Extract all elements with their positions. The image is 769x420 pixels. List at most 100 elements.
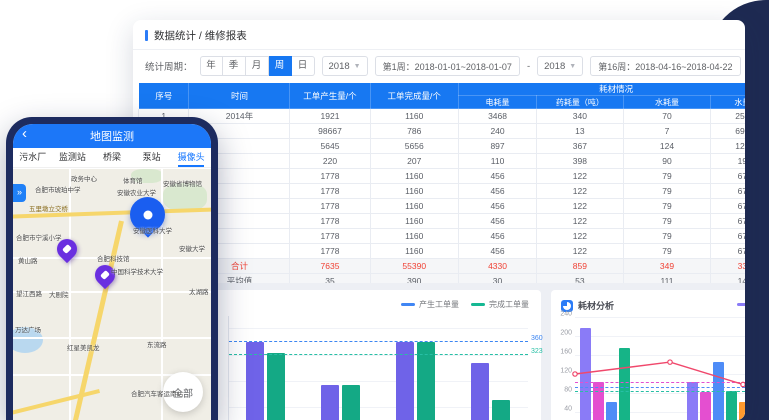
y-axis-tick: 40 (564, 405, 572, 412)
sub-column-header: 水量 (711, 96, 745, 109)
table-cell: 1778 (290, 199, 370, 214)
table-cell: 398 (537, 154, 623, 169)
table-cell: 456 (458, 214, 536, 229)
table-cell: 79 (623, 229, 711, 244)
chevron-down-icon: ▼ (569, 63, 576, 70)
map-poi-label: 合肥市宁溪小学 (16, 232, 62, 242)
map-road (69, 169, 71, 420)
map-poi-label: 红星美凯龙 (67, 342, 100, 352)
table-cell: 897 (458, 139, 536, 154)
range-separator: - (527, 61, 530, 72)
legend-swatch (471, 303, 485, 306)
table-cell: 79 (623, 184, 711, 199)
table-cell: 122 (537, 244, 623, 259)
map-main-road (13, 389, 100, 417)
table-cell: 1160 (370, 244, 458, 259)
legend-item[interactable]: 完成工单量 (471, 299, 529, 310)
table-row: 7177811604561227967 (139, 199, 746, 214)
gridline (229, 328, 528, 329)
consumables-bar-line-chart: 2402001601208040 (575, 316, 745, 420)
end-week-input[interactable]: 第16周：2018-04-16~2018-04-22 (590, 56, 740, 76)
period-option-日[interactable]: 日 (292, 56, 315, 76)
table-cell: 5656 (370, 139, 458, 154)
table-cell: 7 (623, 124, 711, 139)
table-row: 298667786240137690 (139, 124, 746, 139)
legend-label: 产生工单量 (419, 299, 459, 310)
table-cell: 340 (537, 109, 623, 124)
map-poi-label: 黄山路 (18, 255, 38, 265)
table-cell: 250 (711, 109, 745, 124)
table-cell: 4330 (458, 259, 536, 274)
back-chevron-icon[interactable]: ‹ (22, 125, 27, 142)
map-poi-label: 大剧院 (49, 289, 69, 299)
consumables-chart-card: 耗材分析 2402001601208040 (551, 290, 745, 420)
table-cell: 98667 (290, 124, 370, 139)
period-option-月[interactable]: 月 (246, 56, 269, 76)
table-cell: 124 (623, 139, 711, 154)
period-option-季[interactable]: 季 (223, 56, 246, 76)
table-cell: 19 (711, 154, 745, 169)
phone-tab-桥梁[interactable]: 桥梁 (92, 148, 132, 167)
breadcrumb-text: 数据统计 / 维修报表 (154, 28, 247, 43)
average-dashed-line (229, 354, 528, 355)
legend-item[interactable]: 产生工单量 (401, 299, 459, 310)
table-cell: 79 (623, 169, 711, 184)
y-axis-tick: 160 (560, 348, 572, 355)
table-cell: 79 (623, 199, 711, 214)
table-row: 12014年19211160346834070250 (139, 109, 746, 124)
y-axis-tick: 240 (560, 310, 572, 317)
table-cell: 1160 (370, 199, 458, 214)
table-cell: 1921 (290, 109, 370, 124)
table-cell: 367 (537, 139, 623, 154)
period-option-年[interactable]: 年 (200, 56, 223, 76)
end-year-value: 2018 (544, 61, 565, 72)
chart-title-text: 耗材分析 (578, 299, 614, 312)
map-poi-label: 合肥汽车客运南站 (131, 388, 183, 398)
map-road (13, 291, 211, 293)
table-cell: 456 (458, 169, 536, 184)
table-cell: 110 (458, 154, 536, 169)
map-road (13, 337, 211, 339)
period-option-周[interactable]: 周 (269, 56, 292, 76)
legend-label: 完成工单量 (489, 299, 529, 310)
work-order-bar-chart: 360323 (228, 316, 528, 420)
column-header: 序号 (139, 83, 189, 109)
breadcrumb-accent-bar (145, 30, 148, 41)
bar-完成工单量 (267, 353, 285, 420)
phone-tab-泵站[interactable]: 泵站 (132, 148, 172, 167)
sub-column-header: 药耗量（吨） (537, 96, 623, 109)
end-year-select[interactable]: 2018 ▼ (537, 56, 583, 76)
table-cell: 122 (537, 229, 623, 244)
table-cell: 7635 (290, 259, 370, 274)
phone-tab-污水厂[interactable]: 污水厂 (13, 148, 53, 167)
trend-line (575, 316, 745, 420)
dashboard-window: 数据统计 / 维修报表 统计周期： 年季月周日 2018 ▼ 第1周：2018-… (133, 20, 745, 420)
table-cell: 1160 (370, 169, 458, 184)
phone-tab-摄像头[interactable]: 摄像头 (171, 148, 211, 167)
start-year-select[interactable]: 2018 ▼ (322, 56, 368, 76)
phone-tab-监测站[interactable]: 监测站 (53, 148, 93, 167)
y-axis-tick: 200 (560, 329, 572, 336)
table-cell: 859 (537, 259, 623, 274)
legend-swatch (401, 303, 415, 306)
map-poi-label: 安徽大学 (179, 243, 205, 253)
start-week-input[interactable]: 第1周：2018-01-01~2018-01-07 (375, 56, 520, 76)
group-header: 耗材情况 (458, 83, 745, 96)
table-cell: 456 (458, 229, 536, 244)
total-row: 合计763555390433085934933 (139, 259, 746, 274)
table-cell: 690 (711, 124, 745, 139)
table-cell: 67 (711, 229, 745, 244)
table-cell: 3468 (458, 109, 536, 124)
bar-完成工单量 (342, 385, 360, 420)
table-cell: 129 (711, 139, 745, 154)
table-cell: 122 (537, 214, 623, 229)
map-view[interactable]: 五里墩立交桥 » 全部 政务中心合肥市琥珀中学体育馆安徽农业大学安徽省博物馆安徽… (13, 169, 211, 420)
report-table: 序号时间工单产生量/个工单完成量/个耗材情况电耗量药耗量（吨）水耗量水量1201… (138, 82, 745, 289)
map-road-label: 五里墩立交桥 (29, 203, 68, 213)
table-cell: 456 (458, 244, 536, 259)
table-cell: 1160 (370, 229, 458, 244)
map-poi-label: 东流路 (147, 339, 167, 349)
chevron-down-icon: ▼ (354, 63, 361, 70)
map-expand-button[interactable]: » (13, 184, 26, 202)
table-cell: 786 (370, 124, 458, 139)
